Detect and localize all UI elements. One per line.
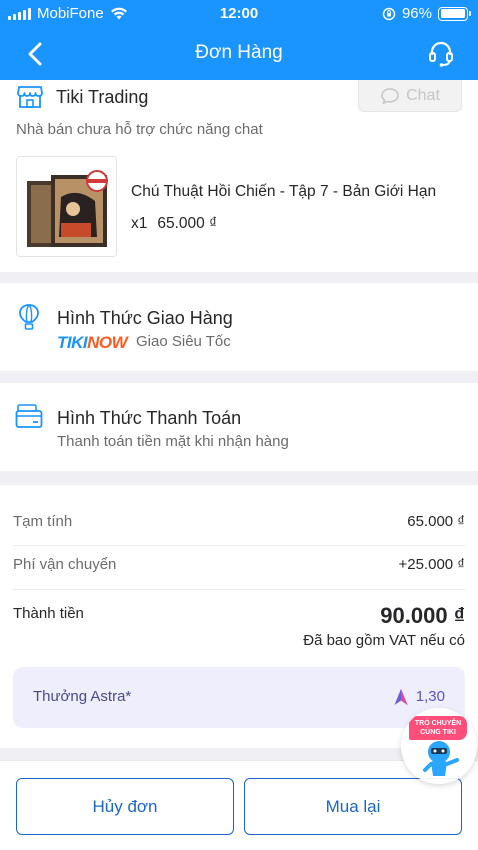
astra-label: Thưởng Astra* [33, 688, 132, 705]
astra-reward-box: Thưởng Astra* 1,30 [13, 667, 465, 728]
product-thumbnail[interactable] [16, 156, 117, 257]
tikinow-logo-part2: NOW [87, 333, 128, 352]
payment-method: Thanh toán tiền mặt khi nhận hàng [57, 433, 289, 450]
chat-bubble-icon [381, 87, 399, 104]
book-cover-image [17, 157, 116, 256]
delivery-heading: Hình Thức Giao Hàng [57, 308, 233, 328]
payment-heading: Hình Thức Thanh Toán [57, 408, 242, 428]
total-label: Thành tiền [13, 605, 84, 622]
nav-bar: Đơn Hàng [0, 28, 478, 80]
payment-card-icon [15, 404, 43, 428]
divider [13, 545, 465, 546]
shipping-label: Phí vận chuyển [13, 556, 117, 573]
shop-card: Tiki Trading Chat Nhà bán chưa hỗ trợ ch… [0, 80, 478, 272]
chat-with-tiki-bubble[interactable]: TRÒ CHUYỆN CÙNG TIKI [401, 708, 477, 784]
delivery-card: Hình Thức Giao Hàng TIKINOW Giao Siêu Tố… [0, 283, 478, 371]
shop-name: Tiki Trading [56, 87, 149, 107]
store-icon [17, 86, 43, 108]
subtotal-row: Tạm tính 65.000 ₫ [13, 513, 465, 530]
vat-note: Đã bao gồm VAT nếu có [303, 632, 465, 649]
tiki-mascot-icon [423, 741, 459, 776]
shipping-row: Phí vận chuyển +25.000 ₫ [13, 556, 465, 573]
astra-value-group: 1,30 [394, 688, 445, 705]
astra-icon [394, 688, 408, 705]
subtotal-value: 65.000 ₫ [407, 513, 465, 530]
tikinow-logo-part1: TIKI [57, 333, 88, 352]
no-chat-note: Nhà bán chưa hỗ trợ chức năng chat [16, 121, 263, 138]
status-right: 96% [382, 5, 471, 22]
astra-value: 1,30 [415, 688, 445, 705]
payment-card: Hình Thức Thanh Toán Thanh toán tiền mặt… [0, 383, 478, 471]
subtotal-label: Tạm tính [13, 513, 73, 530]
orientation-lock-icon [382, 7, 396, 20]
headset-support-icon[interactable] [426, 39, 456, 69]
product-qty-price: x1 65.000 ₫ [131, 215, 217, 233]
status-bar: MobiFone 12:00 96% [0, 0, 478, 28]
product-name[interactable]: Chú Thuật Hồi Chiến - Tập 7 - Bản Giới H… [131, 183, 436, 201]
total-value: 90.000 ₫ [380, 603, 465, 628]
rebuy-button[interactable]: Mua lại [244, 778, 462, 835]
tikinow-logo: TIKINOW [57, 333, 128, 353]
page-title: Đơn Hàng [195, 42, 283, 63]
shipping-value: +25.000 ₫ [398, 556, 465, 573]
product-price: 65.000 ₫ [157, 215, 218, 232]
cancel-order-button[interactable]: Hủy đơn [16, 778, 234, 835]
chat-button[interactable]: Chat [358, 80, 462, 112]
battery-icon [438, 6, 471, 21]
delivery-method: Giao Siêu Tốc [136, 333, 231, 350]
balloon-delivery-icon [19, 304, 39, 330]
divider [13, 589, 465, 590]
product-qty: x1 [131, 215, 148, 232]
battery-percent: 96% [401, 5, 432, 22]
chat-button-label: Chat [406, 86, 440, 104]
